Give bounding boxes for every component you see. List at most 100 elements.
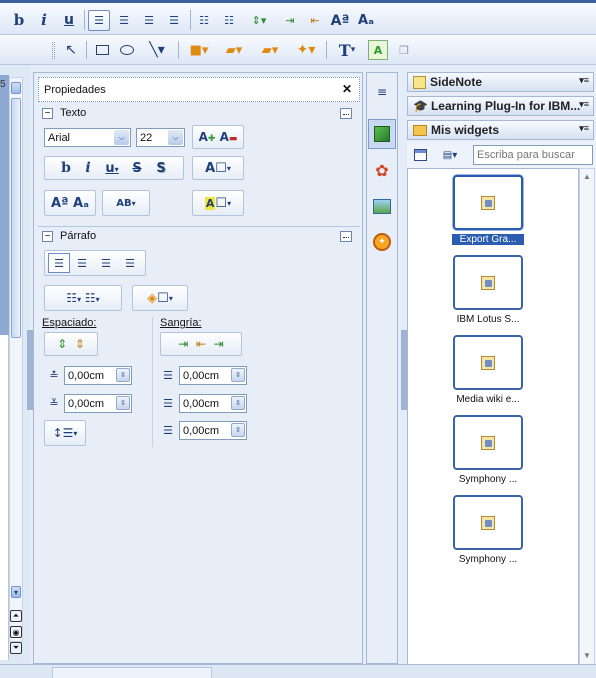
widget-label[interactable]: Symphony ...: [443, 474, 533, 485]
scroll-up-button[interactable]: [11, 82, 21, 94]
bullet-list-icon[interactable]: ☷▾: [66, 291, 81, 305]
bold-button[interactable]: b: [10, 10, 28, 30]
grow-font-button[interactable]: Aª: [330, 10, 350, 31]
decrease-indent-icon[interactable]: ⇤: [196, 337, 206, 351]
chevron-down-icon[interactable]: ⌵: [168, 130, 183, 145]
panel-menu-icon[interactable]: ▾≡: [579, 75, 589, 86]
spacing-above-input[interactable]: 0,00cm ⇳: [64, 366, 132, 385]
align-left-icon[interactable]: ☰: [48, 253, 70, 273]
widget-view-button[interactable]: [411, 146, 429, 164]
highlight-color-button[interactable]: A ☐ ▾: [192, 190, 244, 216]
scrollbar-thumb[interactable]: [11, 98, 21, 338]
underline-icon[interactable]: u▾: [99, 161, 125, 176]
spacing-below-input[interactable]: 0,00cm ⇳: [64, 394, 132, 413]
indent-before-input[interactable]: 0,00cm ⇳: [179, 366, 247, 385]
spin-icon[interactable]: ⇳: [231, 396, 245, 410]
bullets-button[interactable]: ☷: [194, 10, 214, 31]
line-button[interactable]: ╲▾: [142, 40, 172, 60]
align-center-button[interactable]: ☰: [114, 10, 134, 31]
italic-button[interactable]: i: [35, 10, 53, 30]
align-center-icon[interactable]: ☰: [70, 257, 94, 270]
basic-shapes-button[interactable]: ■▾: [184, 40, 214, 60]
italic-icon[interactable]: i: [77, 160, 99, 176]
shadow-icon[interactable]: S: [149, 161, 173, 176]
spin-icon[interactable]: ⇳: [116, 396, 130, 410]
more-options-icon[interactable]: [340, 231, 352, 242]
callouts-button[interactable]: ▰▾: [218, 40, 250, 60]
widget-label[interactable]: Media wiki e...: [443, 394, 533, 405]
browse-object-button[interactable]: ◉: [10, 626, 22, 638]
widget-label[interactable]: Symphony ...: [443, 554, 533, 565]
sidebar-menu-button[interactable]: ≡: [371, 81, 393, 103]
sheet-tab[interactable]: [52, 667, 212, 678]
underline-button[interactable]: u: [60, 10, 78, 30]
widget-tile[interactable]: [453, 175, 523, 230]
widget-label[interactable]: Export Gra...: [452, 234, 524, 245]
panel-menu-icon[interactable]: ▾≡: [579, 99, 589, 110]
sidenote-header[interactable]: SideNote ▾≡: [407, 72, 594, 92]
decrease-indent-button[interactable]: ⇤: [305, 10, 325, 31]
align-right-icon[interactable]: ☰: [94, 257, 118, 270]
tab-navigator[interactable]: ✦: [371, 229, 393, 255]
scroll-down-button[interactable]: ▾: [11, 586, 21, 598]
rectangle-button[interactable]: [92, 40, 112, 60]
increase-spacing-icon[interactable]: ⇕: [57, 337, 67, 351]
close-panel-button[interactable]: ✕: [340, 82, 354, 96]
extrusion-button[interactable]: ❐: [393, 40, 415, 60]
widget-tile[interactable]: [453, 335, 523, 390]
learning-header[interactable]: 🎓 Learning Plug-In for IBM... ▾≡: [407, 96, 594, 116]
align-left-button[interactable]: ☰: [88, 10, 110, 31]
increase-indent-button[interactable]: ⇥: [280, 10, 300, 31]
widget-tile[interactable]: [453, 255, 523, 310]
mis-widgets-header[interactable]: Mis widgets ▾≡: [407, 120, 594, 140]
tab-properties[interactable]: [368, 119, 396, 149]
paragraph-background-button[interactable]: ◈ ☐ ▾: [132, 285, 188, 311]
spin-icon[interactable]: ⇳: [231, 423, 245, 437]
strikethrough-icon[interactable]: S: [125, 161, 149, 176]
shrink-font-button[interactable]: Aₐ: [355, 10, 377, 31]
chevron-down-icon[interactable]: ⌵: [114, 130, 129, 145]
stars-button[interactable]: ✦▾: [290, 40, 322, 60]
parrafo-section-header[interactable]: − Párrafo: [38, 229, 360, 245]
scroll-down-icon[interactable]: ▼: [583, 651, 591, 660]
previous-page-button[interactable]: ⏶: [10, 610, 22, 622]
line-spacing-button[interactable]: ↕☰ ▾: [44, 420, 86, 446]
spin-icon[interactable]: ⇳: [231, 368, 245, 382]
numbered-list-icon[interactable]: ☷▾: [85, 291, 100, 305]
align-right-button[interactable]: ☰: [139, 10, 159, 31]
decrease-spacing-icon[interactable]: ⇕: [75, 337, 85, 351]
next-page-button[interactable]: ⏷: [10, 642, 22, 654]
subscript-icon[interactable]: Aₐ: [73, 196, 89, 211]
more-options-icon[interactable]: [340, 108, 352, 119]
widget-search-input[interactable]: Escriba para buscar: [473, 145, 593, 165]
justify-button[interactable]: ☰: [164, 10, 184, 31]
text-tool-button[interactable]: T ▾: [332, 39, 362, 61]
superscript-icon[interactable]: Aª: [51, 196, 68, 211]
font-color-button[interactable]: A☐ ▾: [192, 156, 244, 180]
spin-icon[interactable]: ⇳: [116, 368, 130, 382]
numbering-button[interactable]: ☷: [219, 10, 239, 31]
hanging-indent-icon[interactable]: ⇥: [214, 337, 224, 351]
character-spacing-button[interactable]: AB ▾: [102, 190, 150, 216]
justify-icon[interactable]: ☰: [118, 257, 142, 270]
texto-section-header[interactable]: − Texto: [38, 106, 360, 122]
font-size-select[interactable]: 22 ⌵: [136, 128, 185, 147]
vertical-scrollbar[interactable]: ▾ ⏶ ◉ ⏷: [9, 77, 23, 654]
ellipse-button[interactable]: [117, 40, 137, 60]
fontwork-button[interactable]: A: [368, 40, 388, 60]
widget-label[interactable]: IBM Lotus S...: [443, 314, 533, 325]
flowchart-button[interactable]: ▰▾: [254, 40, 286, 60]
grow-font-icon[interactable]: A✚: [199, 130, 216, 144]
font-name-select[interactable]: Arial ⌵: [44, 128, 131, 147]
tab-gallery[interactable]: [371, 193, 393, 219]
shrink-font-icon[interactable]: A▬: [220, 130, 238, 144]
first-line-indent-input[interactable]: 0,00cm ⇳: [179, 421, 247, 440]
indent-after-input[interactable]: 0,00cm ⇳: [179, 394, 247, 413]
bold-icon[interactable]: b: [55, 160, 77, 176]
panel-menu-icon[interactable]: ▾≡: [579, 123, 589, 134]
widget-scrollbar[interactable]: ▲ ▼: [579, 168, 595, 666]
tab-styles[interactable]: ✿: [371, 157, 393, 183]
scroll-up-icon[interactable]: ▲: [583, 172, 591, 181]
collapse-icon[interactable]: −: [42, 108, 53, 119]
widget-tile[interactable]: [453, 415, 523, 470]
